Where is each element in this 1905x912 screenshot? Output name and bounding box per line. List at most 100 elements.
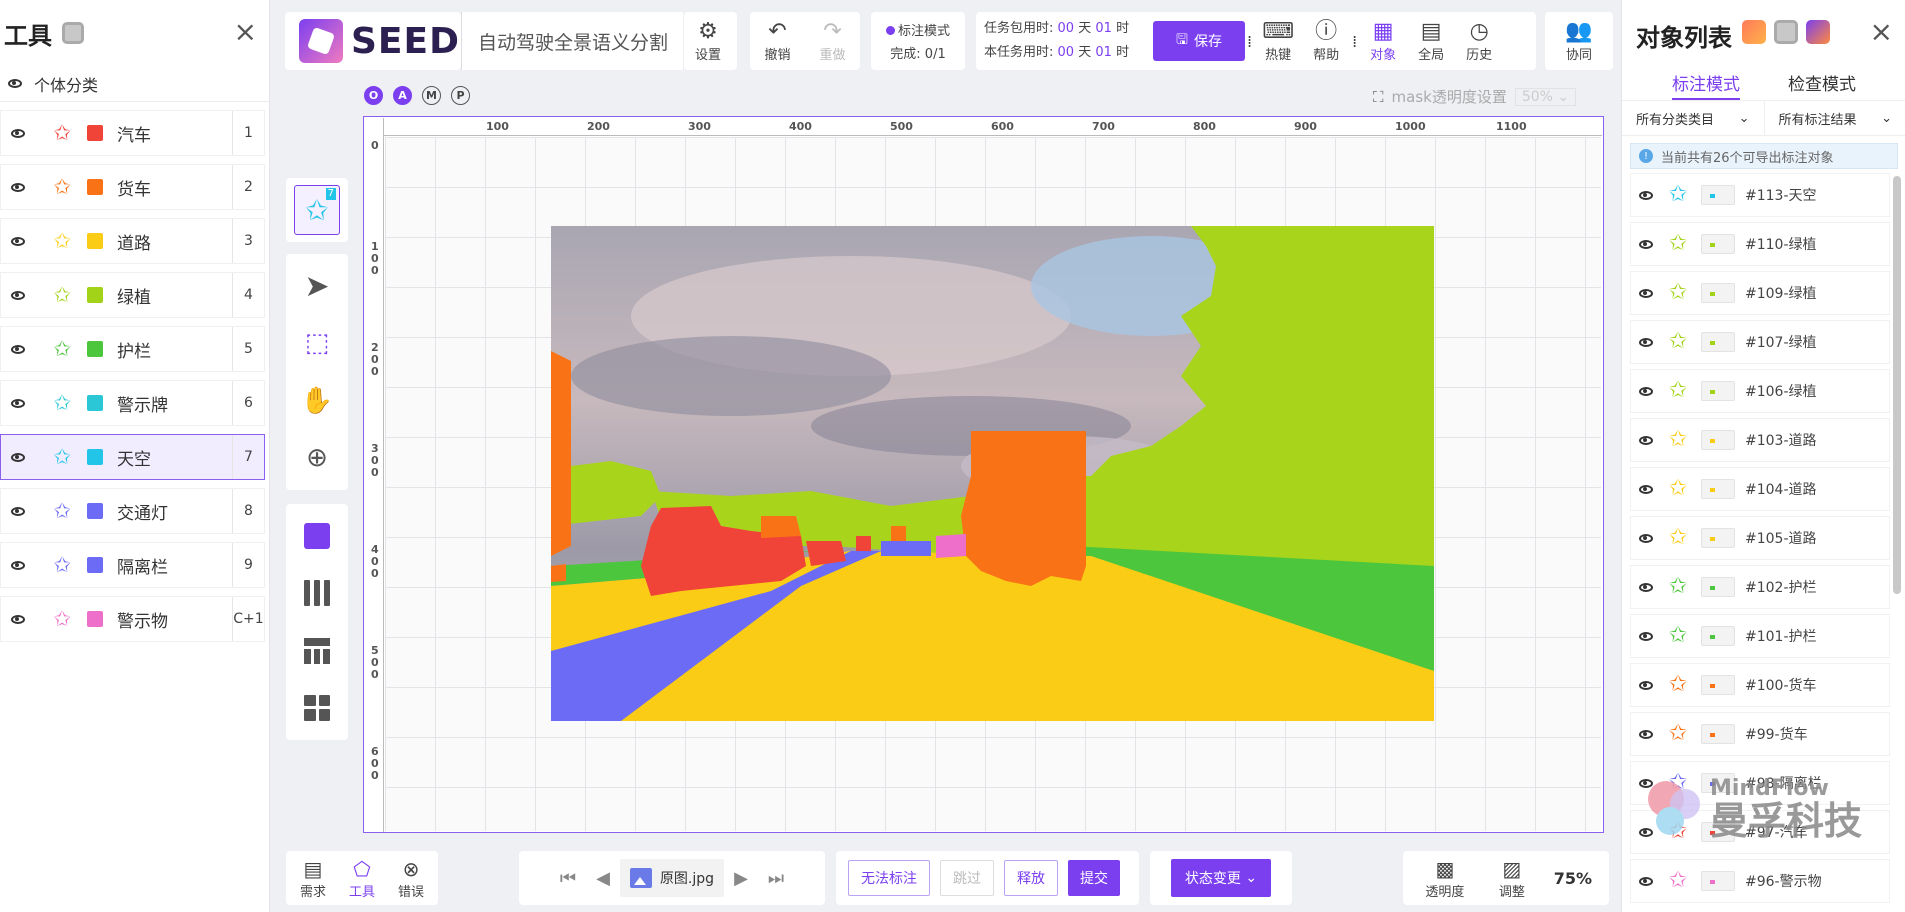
eye-icon[interactable] <box>1639 876 1653 886</box>
release-button[interactable]: 释放 <box>1004 860 1058 896</box>
eye-icon[interactable] <box>11 560 25 570</box>
mode-a-button[interactable]: A <box>393 86 412 105</box>
object-item[interactable]: ✩ #113-天空 <box>1630 173 1890 217</box>
object-item[interactable]: ✩ #96-警示物 <box>1630 859 1890 903</box>
eye-icon[interactable] <box>11 614 25 624</box>
mask-opacity-select[interactable]: 50% ⌄ <box>1514 87 1577 106</box>
object-item[interactable]: ✩ #104-道路 <box>1630 467 1890 511</box>
object-item[interactable]: ✩ #109-绿植 <box>1630 271 1890 315</box>
redo-button[interactable]: ↷ 重做 <box>805 12 860 70</box>
eye-icon[interactable] <box>1639 484 1653 494</box>
eye-icon[interactable] <box>11 398 25 408</box>
eye-icon[interactable] <box>1639 582 1653 592</box>
result-filter-select[interactable]: 所有标注结果 ⌄ <box>1765 101 1905 135</box>
eye-icon[interactable] <box>1639 631 1653 641</box>
object-list-scrollbar[interactable] <box>1893 176 1901 594</box>
errors-button[interactable]: ⊗ 错误 <box>389 857 433 900</box>
fill-color-tool[interactable] <box>294 511 340 561</box>
submit-button[interactable]: 提交 <box>1068 860 1120 896</box>
eye-icon[interactable] <box>1639 337 1653 347</box>
category-row[interactable]: ✩ 货车 2 <box>0 164 265 210</box>
save-button[interactable]: 🖫 保存 <box>1153 21 1245 61</box>
opacity-button[interactable]: ▩ 透明度 <box>1420 857 1470 900</box>
eye-icon[interactable] <box>1639 435 1653 445</box>
history-button[interactable]: ◷ 历史 <box>1455 12 1503 70</box>
close-icon[interactable]: × <box>1870 18 1893 46</box>
undo-button[interactable]: ↶ 撤销 <box>750 12 805 70</box>
segmentation-image[interactable] <box>551 226 1434 721</box>
object-item[interactable]: ✩ #103-道路 <box>1630 418 1890 462</box>
zoom-level[interactable]: 75% <box>1554 869 1592 888</box>
category-row[interactable]: ✩ 警示物 C+1 <box>0 596 265 642</box>
eye-icon[interactable] <box>1639 729 1653 739</box>
eye-icon[interactable] <box>1639 680 1653 690</box>
category-row[interactable]: ✩ 护栏 5 <box>0 326 265 372</box>
individual-classification-toggle[interactable]: 个体分类 <box>0 66 269 102</box>
fit-screen-icon[interactable]: ⛶ <box>1373 88 1384 106</box>
object-item[interactable]: ✩ #101-护栏 <box>1630 614 1890 658</box>
eye-icon[interactable] <box>1639 190 1653 200</box>
mode-m-button[interactable]: M <box>422 86 441 105</box>
eye-icon[interactable] <box>11 344 25 354</box>
eye-icon[interactable] <box>1639 386 1653 396</box>
eye-icon[interactable] <box>1639 533 1653 543</box>
hotkeys-button[interactable]: ⌨ 热键 <box>1254 12 1302 70</box>
objects-button[interactable]: ▦ 对象 <box>1359 12 1407 70</box>
object-item[interactable]: ✩ #105-道路 <box>1630 516 1890 560</box>
select-tool[interactable]: ➤ <box>294 261 340 311</box>
requirements-button[interactable]: ▤ 需求 <box>291 857 335 900</box>
next-file-icon[interactable]: ▶ <box>734 868 748 889</box>
category-row[interactable]: ✩ 隔离栏 9 <box>0 542 265 588</box>
eye-icon[interactable] <box>1639 239 1653 249</box>
tools-button[interactable]: ⬠ 工具 <box>340 857 384 900</box>
settings-button[interactable]: ⚙ 设置 <box>684 12 732 70</box>
help-button[interactable]: ⓘ 帮助 <box>1302 12 1350 70</box>
collab-button[interactable]: 👥 协同 <box>1555 12 1603 70</box>
column-layout-tool[interactable] <box>294 568 340 618</box>
category-row[interactable]: ✩ 天空 7 <box>0 434 265 480</box>
layers-icon[interactable] <box>62 22 84 44</box>
category-row[interactable]: ✩ 交通灯 8 <box>0 488 265 534</box>
table-layout-tool[interactable] <box>294 626 340 676</box>
status-change-button[interactable]: 状态变更 ⌄ <box>1170 859 1272 897</box>
global-button[interactable]: ▤ 全局 <box>1407 12 1455 70</box>
grid-layout-tool[interactable] <box>294 683 340 733</box>
adjust-button[interactable]: ▨ 调整 <box>1487 857 1537 900</box>
object-item[interactable]: ✩ #99-货车 <box>1630 712 1890 756</box>
object-item[interactable]: ✩ #110-绿植 <box>1630 222 1890 266</box>
eye-icon[interactable] <box>11 236 25 246</box>
eye-icon[interactable] <box>1639 288 1653 298</box>
category-row[interactable]: ✩ 汽车 1 <box>0 110 265 156</box>
sky-category-tool[interactable]: ✩ 7 <box>294 185 340 235</box>
eye-icon[interactable] <box>11 452 25 462</box>
palette-icon[interactable] <box>1742 20 1766 44</box>
pan-tool[interactable]: ✋ <box>294 376 340 426</box>
object-item[interactable]: ✩ #102-护栏 <box>1630 565 1890 609</box>
eye-icon[interactable] <box>8 79 22 88</box>
eye-icon[interactable] <box>11 182 25 192</box>
mode-o-button[interactable]: O <box>364 86 383 105</box>
layers-icon[interactable] <box>1774 20 1798 44</box>
object-item[interactable]: ✩ #106-绿植 <box>1630 369 1890 413</box>
cannot-label-button[interactable]: 无法标注 <box>848 860 930 896</box>
category-row[interactable]: ✩ 道路 3 <box>0 218 265 264</box>
category-row[interactable]: ✩ 警示牌 6 <box>0 380 265 426</box>
prev-file-icon[interactable]: ◀ <box>596 868 610 889</box>
zoom-tool[interactable]: ⊕ <box>294 433 340 483</box>
tab-label-mode[interactable]: 标注模式 <box>1672 70 1740 100</box>
mode-p-button[interactable]: P <box>451 86 470 105</box>
eye-icon[interactable] <box>11 506 25 516</box>
eye-icon[interactable] <box>11 290 25 300</box>
object-item[interactable]: ✩ #107-绿植 <box>1630 320 1890 364</box>
close-icon[interactable]: × <box>234 18 257 46</box>
last-file-icon[interactable]: ⏭ <box>768 868 784 889</box>
skip-button[interactable]: 跳过 <box>940 860 994 896</box>
eye-icon[interactable] <box>11 128 25 138</box>
file-chip[interactable]: 原图.jpg <box>619 859 725 897</box>
box-select-tool[interactable]: ⬚ <box>294 318 340 368</box>
object-item[interactable]: ✩ #100-货车 <box>1630 663 1890 707</box>
tag-icon[interactable] <box>1806 20 1830 44</box>
category-row[interactable]: ✩ 绿植 4 <box>0 272 265 318</box>
first-file-icon[interactable]: ⏮ <box>560 868 576 889</box>
category-filter-select[interactable]: 所有分类类目 ⌄ <box>1622 101 1765 135</box>
